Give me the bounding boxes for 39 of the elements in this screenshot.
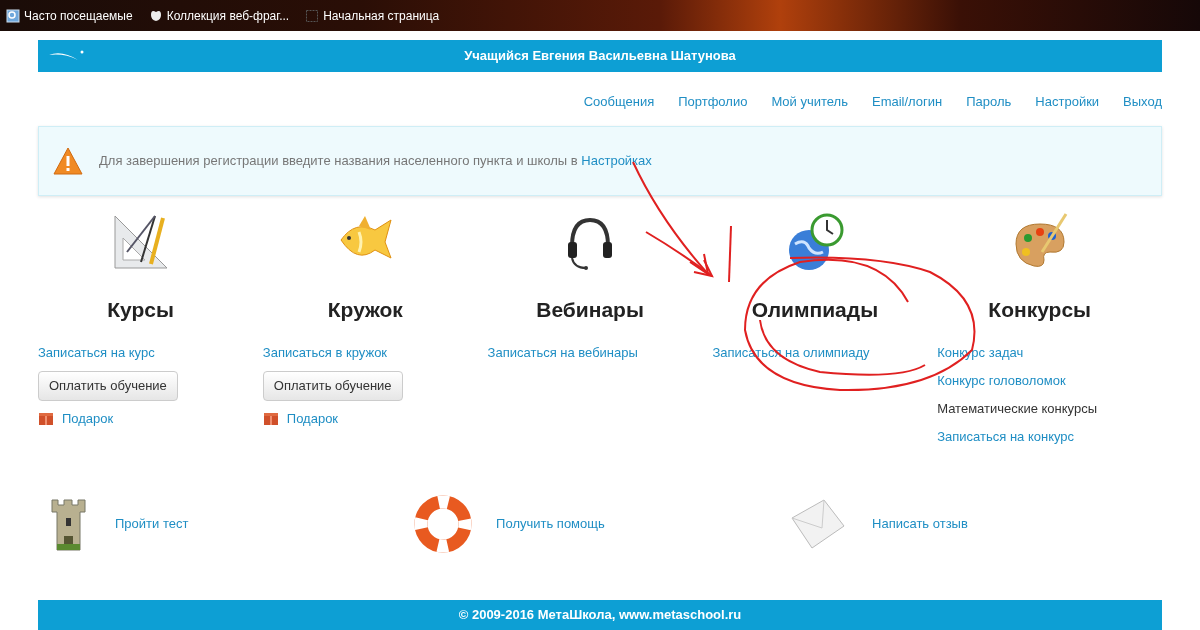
section-title: Олимпиады bbox=[751, 296, 879, 323]
gift-icon bbox=[38, 410, 54, 427]
pay-button[interactable]: Оплатить обучение bbox=[262, 371, 403, 401]
bookmark-item[interactable]: Начальная страница bbox=[305, 6, 440, 25]
action-link[interactable]: Пройти тест bbox=[115, 514, 189, 534]
section-title: Курсы bbox=[107, 296, 174, 323]
contest-label: Математические конкурсы bbox=[937, 400, 1098, 418]
section-title: Кружок bbox=[327, 296, 403, 323]
signup-link[interactable]: Записаться на вебинары bbox=[487, 343, 638, 363]
alert-message: Для завершения регистрации введите названия населенного пункта и школы в Настройках bbox=[99, 151, 652, 170]
header-title: Учащийся Евгения Васильевна Шатунова bbox=[464, 47, 736, 66]
blank-page-icon bbox=[305, 8, 320, 23]
gift-icon bbox=[262, 410, 279, 427]
lifebuoy-icon bbox=[414, 495, 473, 553]
gift-link[interactable]: Подарок bbox=[286, 408, 339, 428]
nav-link[interactable]: Пароль bbox=[966, 92, 1012, 112]
signup-link[interactable]: Конкурс головоломок bbox=[937, 371, 1066, 391]
nav-link[interactable]: Email/логин bbox=[871, 92, 943, 112]
pay-button[interactable]: Оплатить обучение bbox=[38, 371, 178, 401]
bookmark-item[interactable]: Часто посещаемые bbox=[6, 6, 133, 25]
signup-link[interactable]: Записаться на курс bbox=[38, 343, 155, 363]
signup-link[interactable]: Записаться на конкурс bbox=[937, 427, 1075, 447]
bookmark-item[interactable]: Коллекция веб-фраг... bbox=[148, 6, 290, 25]
page-icon bbox=[6, 8, 20, 23]
signup-link[interactable]: Записаться в кружок bbox=[262, 343, 388, 363]
footer-copyright: © 2009-2016 МетаШкола, www.metaschool.ru bbox=[458, 606, 742, 625]
gift-link[interactable]: Подарок bbox=[62, 408, 114, 428]
section-title: Вебинары bbox=[536, 296, 644, 323]
nav-link[interactable]: Мой учитель bbox=[771, 92, 848, 112]
section-title: Конкурсы bbox=[988, 296, 1092, 323]
nav-link[interactable]: Настройки bbox=[1035, 92, 1100, 112]
nav-link[interactable]: Сообщения bbox=[583, 92, 655, 112]
settings-link[interactable]: Настройках bbox=[581, 152, 652, 168]
nav-link[interactable]: Портфолио bbox=[678, 92, 748, 112]
nav-link[interactable]: Выход bbox=[1123, 92, 1162, 112]
action-link[interactable]: Получить помощь bbox=[496, 514, 605, 534]
hand-drawn-stroke bbox=[728, 225, 732, 283]
warning-icon bbox=[53, 146, 83, 175]
action-link[interactable]: Написать отзыв bbox=[872, 514, 968, 534]
